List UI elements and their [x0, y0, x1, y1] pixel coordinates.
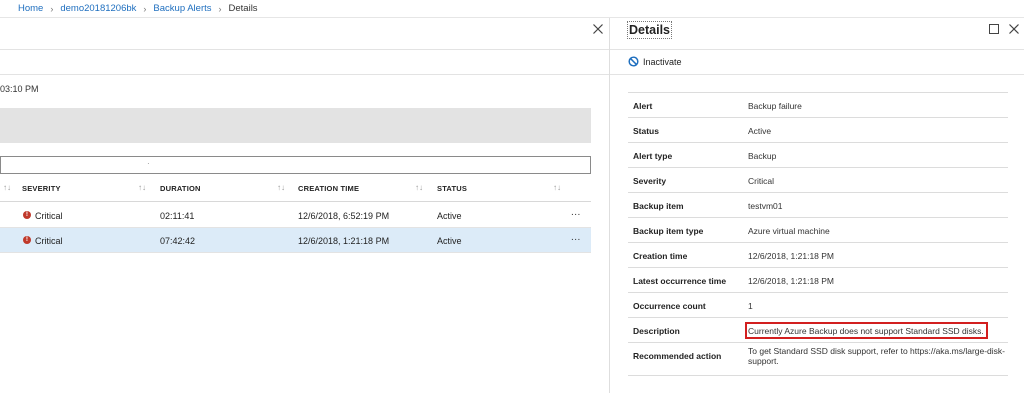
- property-row: Description Currently Azure Backup does …: [628, 317, 1008, 342]
- breadcrumb-backup-alerts-link[interactable]: Backup Alerts: [153, 3, 211, 14]
- column-header-duration[interactable]: DURATION: [160, 184, 201, 193]
- property-label: Creation time: [633, 251, 688, 261]
- property-label: Status: [633, 126, 659, 136]
- sort-icon[interactable]: ↑↓: [415, 183, 423, 192]
- chevron-right-icon: ›: [143, 3, 147, 14]
- property-row: Severity Critical: [628, 167, 1008, 192]
- table-row[interactable]: ! Critical 02:11:41 12/6/2018, 6:52:19 P…: [0, 203, 591, 228]
- column-header-severity[interactable]: SEVERITY: [22, 184, 61, 193]
- filter-placeholder-mark: ·: [147, 159, 150, 168]
- creation-time-cell: 12/6/2018, 1:21:18 PM: [298, 236, 390, 246]
- error-icon: !: [23, 236, 31, 244]
- property-label: Description: [633, 326, 680, 336]
- property-row: Backup item testvm01: [628, 192, 1008, 217]
- sort-icon[interactable]: ↑↓: [277, 183, 285, 192]
- property-value: To get Standard SSD disk support, refer …: [748, 346, 1006, 366]
- chevron-right-icon: ›: [218, 3, 222, 14]
- breadcrumb: Home › demo20181206bk › Backup Alerts › …: [0, 0, 1024, 18]
- table-row[interactable]: ! Critical 07:42:42 12/6/2018, 1:21:18 P…: [0, 228, 591, 253]
- property-row: Recommended action To get Standard SSD d…: [628, 342, 1008, 375]
- filter-input[interactable]: [0, 156, 591, 174]
- close-icon[interactable]: [592, 23, 604, 35]
- maximize-icon[interactable]: [989, 24, 999, 34]
- details-blade: Details Inactivate Alert Backup failure …: [610, 18, 1024, 393]
- property-value: Active: [748, 126, 772, 136]
- alerts-blade: 03:10 PM · ↑↓ SEVERITY ↑↓ DURATION ↑↓ CR…: [0, 18, 609, 393]
- breadcrumb-home-link[interactable]: Home: [18, 3, 43, 14]
- severity-cell: Critical: [35, 236, 63, 246]
- property-value: Azure virtual machine: [748, 226, 830, 236]
- property-value: Currently Azure Backup does not support …: [748, 326, 984, 336]
- divider: [610, 49, 1024, 50]
- property-label: Alert type: [633, 151, 673, 161]
- property-value: 12/6/2018, 1:21:18 PM: [748, 251, 835, 261]
- column-header-status[interactable]: STATUS: [437, 184, 467, 193]
- page-title: Details: [627, 21, 672, 39]
- sort-icon[interactable]: ↑↓: [553, 183, 561, 192]
- ban-icon: [628, 56, 639, 67]
- more-icon[interactable]: ...: [571, 207, 581, 218]
- divider: [0, 74, 609, 75]
- close-icon[interactable]: [1008, 23, 1020, 35]
- property-label: Backup item: [633, 201, 684, 211]
- property-row: Alert Backup failure: [628, 92, 1008, 117]
- property-row: Status Active: [628, 117, 1008, 142]
- chevron-right-icon: ›: [50, 3, 54, 14]
- property-label: Alert: [633, 101, 653, 111]
- property-value: testvm01: [748, 201, 783, 211]
- inactivate-button[interactable]: Inactivate: [628, 56, 682, 67]
- duration-cell: 07:42:42: [160, 236, 196, 246]
- divider: [628, 375, 1008, 376]
- sort-icon[interactable]: ↑↓: [138, 183, 146, 192]
- property-value: Backup failure: [748, 101, 802, 111]
- column-header-creation-time[interactable]: CREATION TIME: [298, 184, 359, 193]
- property-row: Backup item type Azure virtual machine: [628, 217, 1008, 242]
- property-value: 12/6/2018, 1:21:18 PM: [748, 276, 835, 286]
- property-value: Backup: [748, 151, 777, 161]
- property-label: Latest occurrence time: [633, 276, 727, 286]
- property-label: Backup item type: [633, 226, 704, 236]
- property-row: Latest occurrence time 12/6/2018, 1:21:1…: [628, 267, 1008, 292]
- creation-time-cell: 12/6/2018, 6:52:19 PM: [298, 211, 390, 221]
- time-text: 03:10 PM: [0, 84, 39, 94]
- breadcrumb-vault-link[interactable]: demo20181206bk: [60, 3, 136, 14]
- property-row: Occurrence count 1: [628, 292, 1008, 317]
- error-icon: !: [23, 211, 31, 219]
- breadcrumb-current: Details: [228, 3, 258, 14]
- divider: [0, 49, 609, 50]
- property-label: Occurrence count: [633, 301, 706, 311]
- sort-icon[interactable]: ↑↓: [3, 183, 11, 192]
- grid-header: ↑↓ SEVERITY ↑↓ DURATION ↑↓ CREATION TIME…: [0, 178, 591, 202]
- duration-cell: 02:11:41: [160, 211, 195, 221]
- divider: [610, 74, 1024, 75]
- status-cell: Active: [437, 211, 462, 221]
- property-value: 1: [748, 301, 753, 311]
- summary-banner: [0, 108, 591, 143]
- property-row: Creation time 12/6/2018, 1:21:18 PM: [628, 242, 1008, 267]
- property-value: Critical: [748, 176, 774, 186]
- property-label: Recommended action: [633, 351, 722, 361]
- property-label: Severity: [633, 176, 667, 186]
- status-cell: Active: [437, 236, 462, 246]
- inactivate-label: Inactivate: [643, 56, 682, 67]
- property-row: Alert type Backup: [628, 142, 1008, 167]
- more-icon[interactable]: ...: [571, 232, 581, 243]
- severity-cell: Critical: [35, 211, 63, 221]
